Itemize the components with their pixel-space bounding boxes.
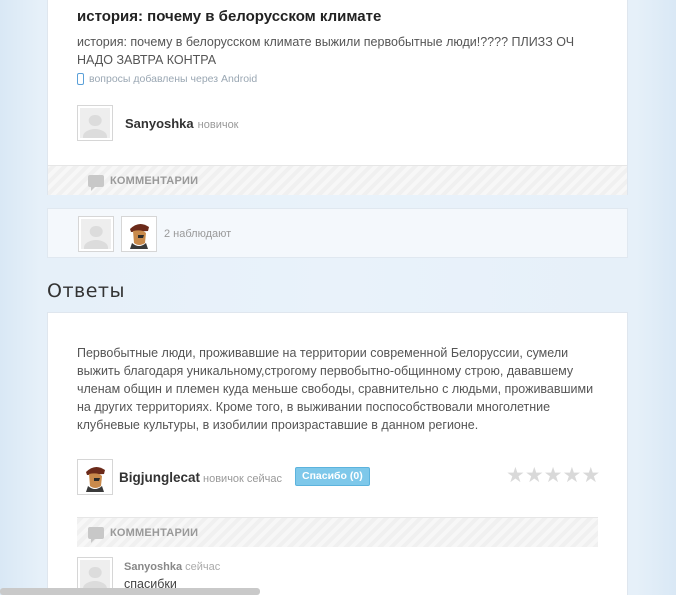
question-author-name[interactable]: Sanyoshka: [125, 116, 194, 131]
answer-body: Первобытные люди, проживавшие на террито…: [77, 346, 594, 432]
watchers-count: 2 наблюдают: [164, 228, 232, 240]
speech-bubble-icon: [88, 174, 104, 191]
question-comments-label: КОММЕНТАРИИ: [110, 174, 199, 187]
answer-comments-label: КОММЕНТАРИИ: [110, 526, 199, 539]
answer-author-avatar[interactable]: [77, 459, 113, 495]
answer-author: Bigjunglecat новичок сейчас: [119, 470, 282, 485]
speech-bubble-icon: [88, 526, 104, 543]
answer-time: сейчас: [246, 473, 282, 485]
comment-author-name[interactable]: Sanyoshka: [124, 561, 182, 573]
star-icon[interactable]: ★: [562, 465, 581, 486]
question-author: Sanyoshka новичок: [125, 116, 239, 131]
horizontal-scrollbar[interactable]: [0, 588, 260, 595]
answer-author-name[interactable]: Bigjunglecat: [119, 470, 200, 485]
question-author-rank: новичок: [197, 119, 239, 131]
question-meta: вопросы добавлены через Android: [77, 73, 257, 85]
question-card: история: почему в белорусском климате ис…: [47, 0, 628, 195]
watchers-panel: 2 наблюдают: [47, 208, 628, 258]
answer-comments-bar[interactable]: КОММЕНТАРИИ: [77, 517, 598, 547]
answer-card: Первобытные люди, проживавшие на террито…: [47, 312, 628, 595]
watcher-avatar-1[interactable]: [78, 216, 114, 252]
rating-stars[interactable]: ★ ★ ★ ★ ★: [506, 465, 600, 486]
comment-author: Sanyoshka сейчас: [124, 561, 220, 573]
cartoon-avatar-icon: [124, 219, 154, 249]
thanks-button[interactable]: Спасибо (0): [295, 467, 370, 486]
answer-author-rank: новичок: [203, 473, 244, 485]
comment-time: сейчас: [185, 561, 221, 573]
star-icon[interactable]: ★: [506, 465, 525, 486]
star-icon[interactable]: ★: [581, 465, 600, 486]
question-meta-text: вопросы добавлены через Android: [89, 73, 258, 85]
cartoon-avatar-icon: [80, 462, 110, 492]
star-icon[interactable]: ★: [544, 465, 563, 486]
star-icon[interactable]: ★: [525, 465, 544, 486]
question-title: история: почему в белорусском климате: [77, 8, 382, 25]
phone-icon: [77, 73, 84, 85]
question-comments-bar[interactable]: КОММЕНТАРИИ: [48, 165, 627, 195]
watcher-avatar-2[interactable]: [121, 216, 157, 252]
answers-heading: Ответы: [47, 280, 125, 302]
question-author-avatar[interactable]: [77, 105, 113, 141]
question-body: история: почему в белорусском климате вы…: [77, 35, 575, 67]
